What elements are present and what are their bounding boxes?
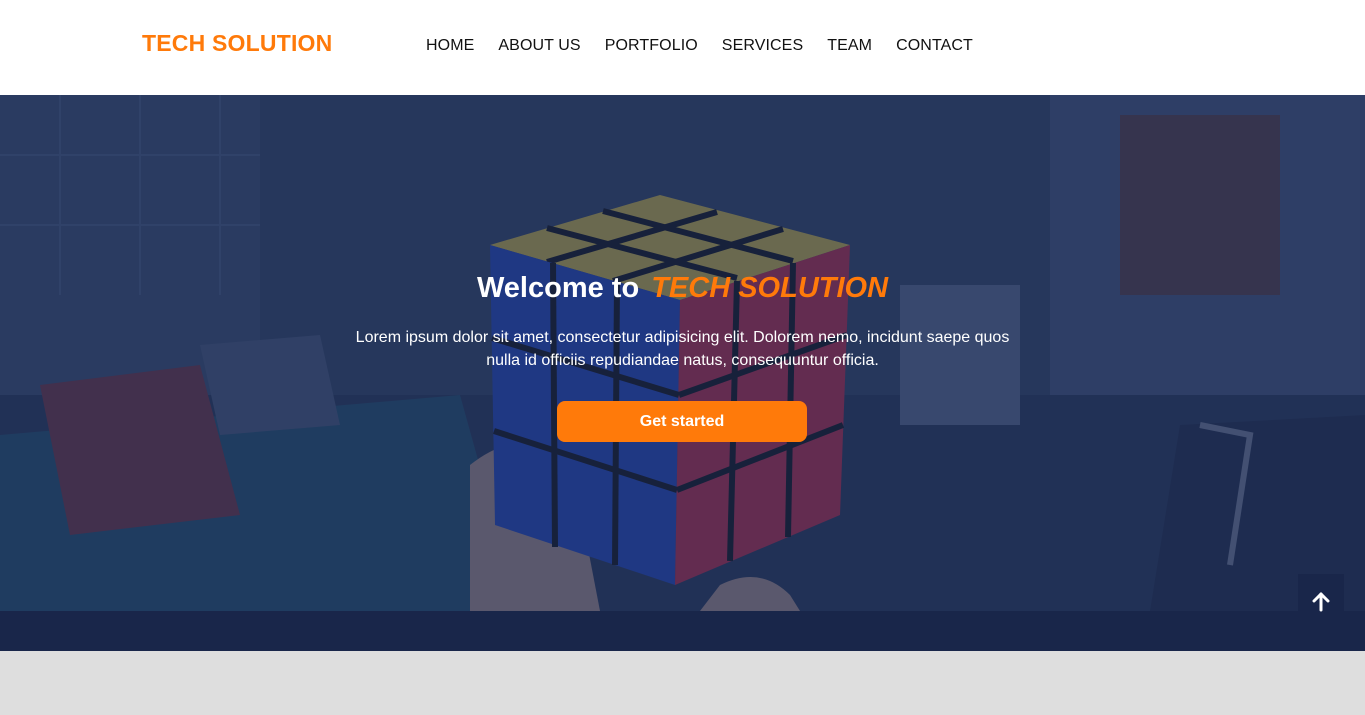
page: TECH SOLUTION HOME ABOUT US PORTFOLIO SE…	[0, 0, 1365, 715]
section-divider-strip	[0, 611, 1365, 651]
site-logo[interactable]: TECH SOLUTION	[142, 30, 332, 57]
next-section	[0, 651, 1365, 715]
back-to-top-button[interactable]	[1298, 574, 1344, 629]
hero-title-prefix: Welcome to	[476, 272, 640, 304]
nav-home[interactable]: HOME	[426, 37, 474, 55]
site-header: TECH SOLUTION HOME ABOUT US PORTFOLIO SE…	[0, 0, 1365, 95]
hero-section: Welcome to TECH SOLUTION Lorem ipsum dol…	[0, 95, 1365, 611]
hero-description: Lorem ipsum dolor sit amet, consectetur …	[355, 329, 1010, 369]
main-nav: HOME ABOUT US PORTFOLIO SERVICES TEAM CO…	[426, 37, 973, 55]
hero-content: Welcome to TECH SOLUTION Lorem ipsum dol…	[0, 95, 1365, 611]
arrow-up-icon	[1312, 592, 1330, 611]
hero-title: Welcome to TECH SOLUTION	[0, 272, 1365, 305]
nav-services[interactable]: SERVICES	[722, 37, 803, 55]
nav-about-us[interactable]: ABOUT US	[498, 37, 580, 55]
nav-contact[interactable]: CONTACT	[896, 37, 973, 55]
nav-portfolio[interactable]: PORTFOLIO	[605, 37, 698, 55]
hero-title-brand: TECH SOLUTION	[651, 272, 889, 304]
nav-team[interactable]: TEAM	[827, 37, 872, 55]
get-started-button[interactable]: Get started	[557, 401, 807, 442]
